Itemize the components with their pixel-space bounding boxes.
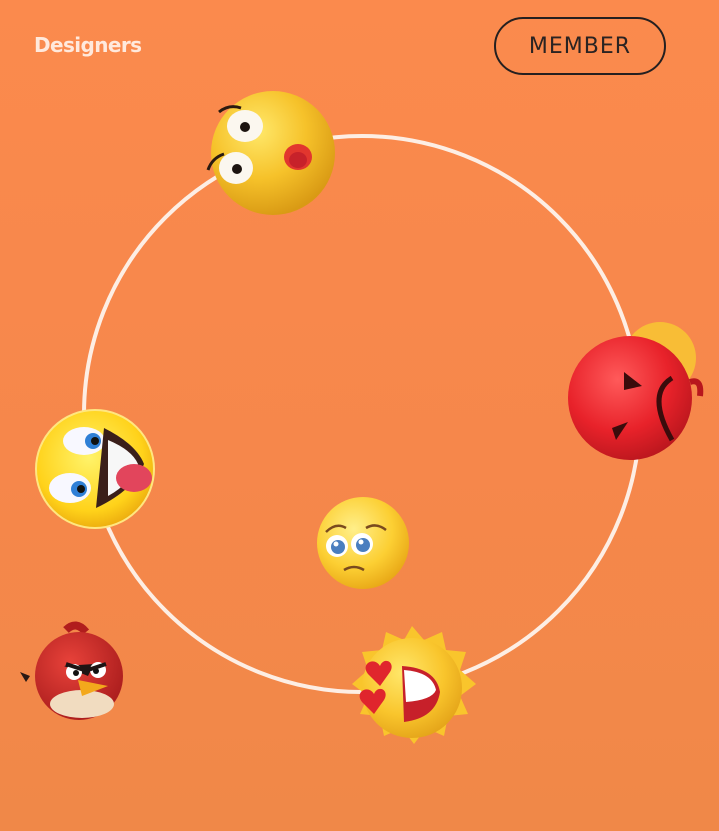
orbit-ring [82,134,642,694]
angry-bird-icon[interactable] [20,621,123,720]
laughing-emoji-icon[interactable] [35,409,155,529]
pleading-emoji-icon[interactable] [317,497,409,589]
surprised-emoji-icon[interactable] [206,91,335,215]
angry-red-emoji-icon[interactable] [568,322,704,460]
emoji-orbit-stage [20,91,704,744]
heart-eyes-sun-emoji-icon[interactable] [352,626,476,744]
